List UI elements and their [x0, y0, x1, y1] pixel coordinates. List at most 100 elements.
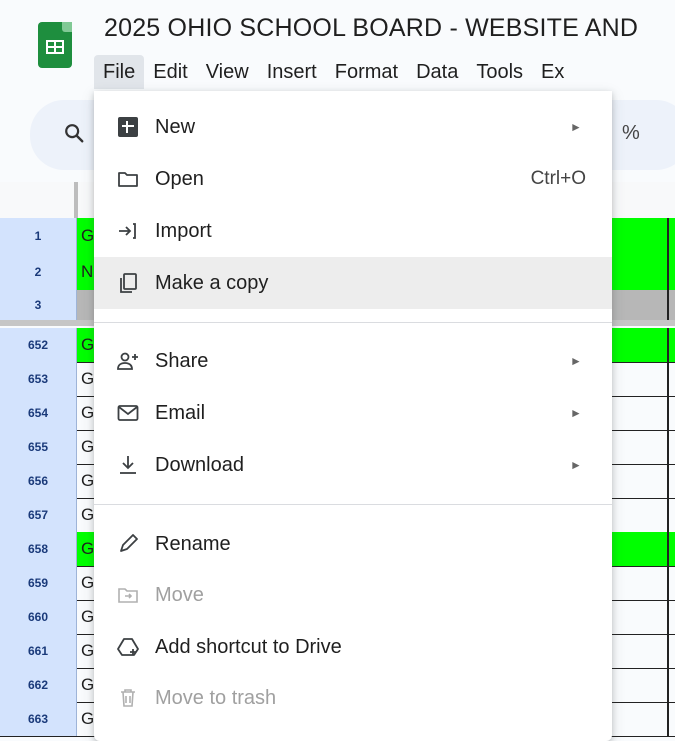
- grid-line: [667, 566, 669, 600]
- menu-item-label: Email: [155, 401, 206, 424]
- row-number[interactable]: 654: [0, 396, 77, 430]
- grid-line: [667, 328, 669, 362]
- cell-a[interactable]: G: [78, 498, 94, 532]
- menu-separator: [94, 504, 612, 505]
- menu-item-move-to-trash: Move to trash: [94, 672, 612, 724]
- person-add-icon: [116, 349, 140, 373]
- grid-line: [667, 702, 669, 736]
- shortcut-text: Ctrl+O: [530, 168, 586, 189]
- app-header: 2025 OHIO SCHOOL BOARD - WEBSITE AND Fil…: [0, 0, 675, 92]
- menu-view[interactable]: View: [197, 55, 258, 89]
- cell-a[interactable]: G: [78, 328, 94, 362]
- menu-extensions[interactable]: Ex: [532, 55, 573, 89]
- menu-item-label: Share: [155, 349, 209, 372]
- row-number[interactable]: 655: [0, 430, 77, 464]
- menu-item-label: Add shortcut to Drive: [155, 635, 342, 658]
- grid-line: [667, 464, 669, 498]
- submenu-arrow-icon: ►: [570, 458, 582, 472]
- folder-icon: [116, 167, 140, 191]
- freeze-handle[interactable]: [74, 182, 78, 218]
- cell-a[interactable]: N: [78, 254, 94, 290]
- cell-a[interactable]: G: [78, 668, 94, 702]
- menu-item-label: Import: [155, 219, 212, 242]
- row-number[interactable]: 1: [0, 218, 77, 254]
- grid-line: [667, 532, 669, 566]
- submenu-arrow-icon: ►: [570, 406, 582, 420]
- percent-format-button[interactable]: %: [622, 122, 640, 145]
- menu-item-make-a-copy[interactable]: Make a copy: [94, 257, 612, 309]
- cell-a[interactable]: G: [78, 566, 94, 600]
- grid-line: [667, 634, 669, 668]
- menu-item-email[interactable]: Email ►: [94, 387, 612, 439]
- menu-bar: File Edit View Insert Format Data Tools …: [94, 55, 573, 89]
- row-number[interactable]: 661: [0, 634, 77, 668]
- row-number[interactable]: 2: [0, 254, 77, 290]
- cell-a[interactable]: G: [78, 532, 94, 566]
- menu-item-new[interactable]: New ►: [94, 101, 612, 153]
- import-icon: [116, 219, 140, 243]
- menu-item-share[interactable]: Share ►: [94, 335, 612, 387]
- cell-a[interactable]: G: [78, 464, 94, 498]
- row-number[interactable]: 656: [0, 464, 77, 498]
- download-icon: [116, 453, 140, 477]
- menu-item-label: Open: [155, 167, 204, 190]
- grid-line: [667, 600, 669, 634]
- row-number[interactable]: 3: [0, 290, 77, 320]
- menu-item-label: Make a copy: [155, 271, 269, 294]
- cell-a[interactable]: G: [78, 702, 94, 736]
- grid-line: [667, 218, 669, 254]
- row-number[interactable]: 657: [0, 498, 77, 532]
- menu-insert[interactable]: Insert: [258, 55, 326, 89]
- menu-item-move: Move: [94, 569, 612, 621]
- grid-line: [667, 362, 669, 396]
- pencil-icon: [116, 532, 140, 556]
- row-number[interactable]: 653: [0, 362, 77, 396]
- menu-item-label: Move to trash: [155, 686, 277, 709]
- submenu-arrow-icon: ►: [570, 120, 582, 134]
- menu-item-label: Rename: [155, 532, 231, 555]
- menu-separator: [94, 322, 612, 323]
- submenu-arrow-icon: ►: [570, 354, 582, 368]
- menu-file[interactable]: File: [94, 55, 145, 89]
- menu-edit[interactable]: Edit: [144, 55, 196, 89]
- sheets-logo-icon[interactable]: [38, 22, 72, 68]
- row-number[interactable]: 662: [0, 668, 77, 702]
- row-number[interactable]: 663: [0, 702, 77, 736]
- menu-tools[interactable]: Tools: [467, 55, 532, 89]
- menu-item-open[interactable]: Open Ctrl+O: [94, 153, 612, 205]
- grid-line: [667, 498, 669, 532]
- row-number[interactable]: 660: [0, 600, 77, 634]
- menu-item-import[interactable]: Import: [94, 205, 612, 257]
- grid-line: [667, 254, 669, 290]
- search-icon[interactable]: [63, 122, 85, 150]
- copy-icon: [116, 271, 140, 295]
- menu-item-label: Download: [155, 453, 244, 476]
- file-menu: New ► Open Ctrl+O Import Make a copy Sha…: [94, 91, 612, 741]
- grid-line: [667, 668, 669, 702]
- grid-line: [667, 430, 669, 464]
- document-title[interactable]: 2025 OHIO SCHOOL BOARD - WEBSITE AND: [104, 14, 638, 43]
- menu-format[interactable]: Format: [326, 55, 407, 89]
- menu-item-label: Move: [155, 583, 204, 606]
- menu-item-rename[interactable]: Rename: [94, 518, 612, 570]
- cell-a[interactable]: [78, 290, 94, 320]
- grid-line: [667, 290, 669, 320]
- menu-item-add-shortcut[interactable]: Add shortcut to Drive: [94, 621, 612, 673]
- grid-line: [667, 396, 669, 430]
- cell-a[interactable]: G: [78, 362, 94, 396]
- cell-a[interactable]: G: [78, 600, 94, 634]
- cell-a[interactable]: G: [78, 396, 94, 430]
- row-number[interactable]: 652: [0, 328, 77, 362]
- menu-data[interactable]: Data: [407, 55, 467, 89]
- row-number[interactable]: 659: [0, 566, 77, 600]
- cell-a[interactable]: G: [78, 218, 94, 254]
- drive-shortcut-icon: [116, 635, 140, 659]
- cell-a[interactable]: G: [78, 634, 94, 668]
- row-number[interactable]: 658: [0, 532, 77, 566]
- cell-a[interactable]: G: [78, 430, 94, 464]
- new-sheet-icon: [116, 115, 140, 139]
- mail-icon: [116, 401, 140, 425]
- trash-icon: [116, 686, 140, 710]
- move-icon: [116, 583, 140, 607]
- menu-item-download[interactable]: Download ►: [94, 439, 612, 491]
